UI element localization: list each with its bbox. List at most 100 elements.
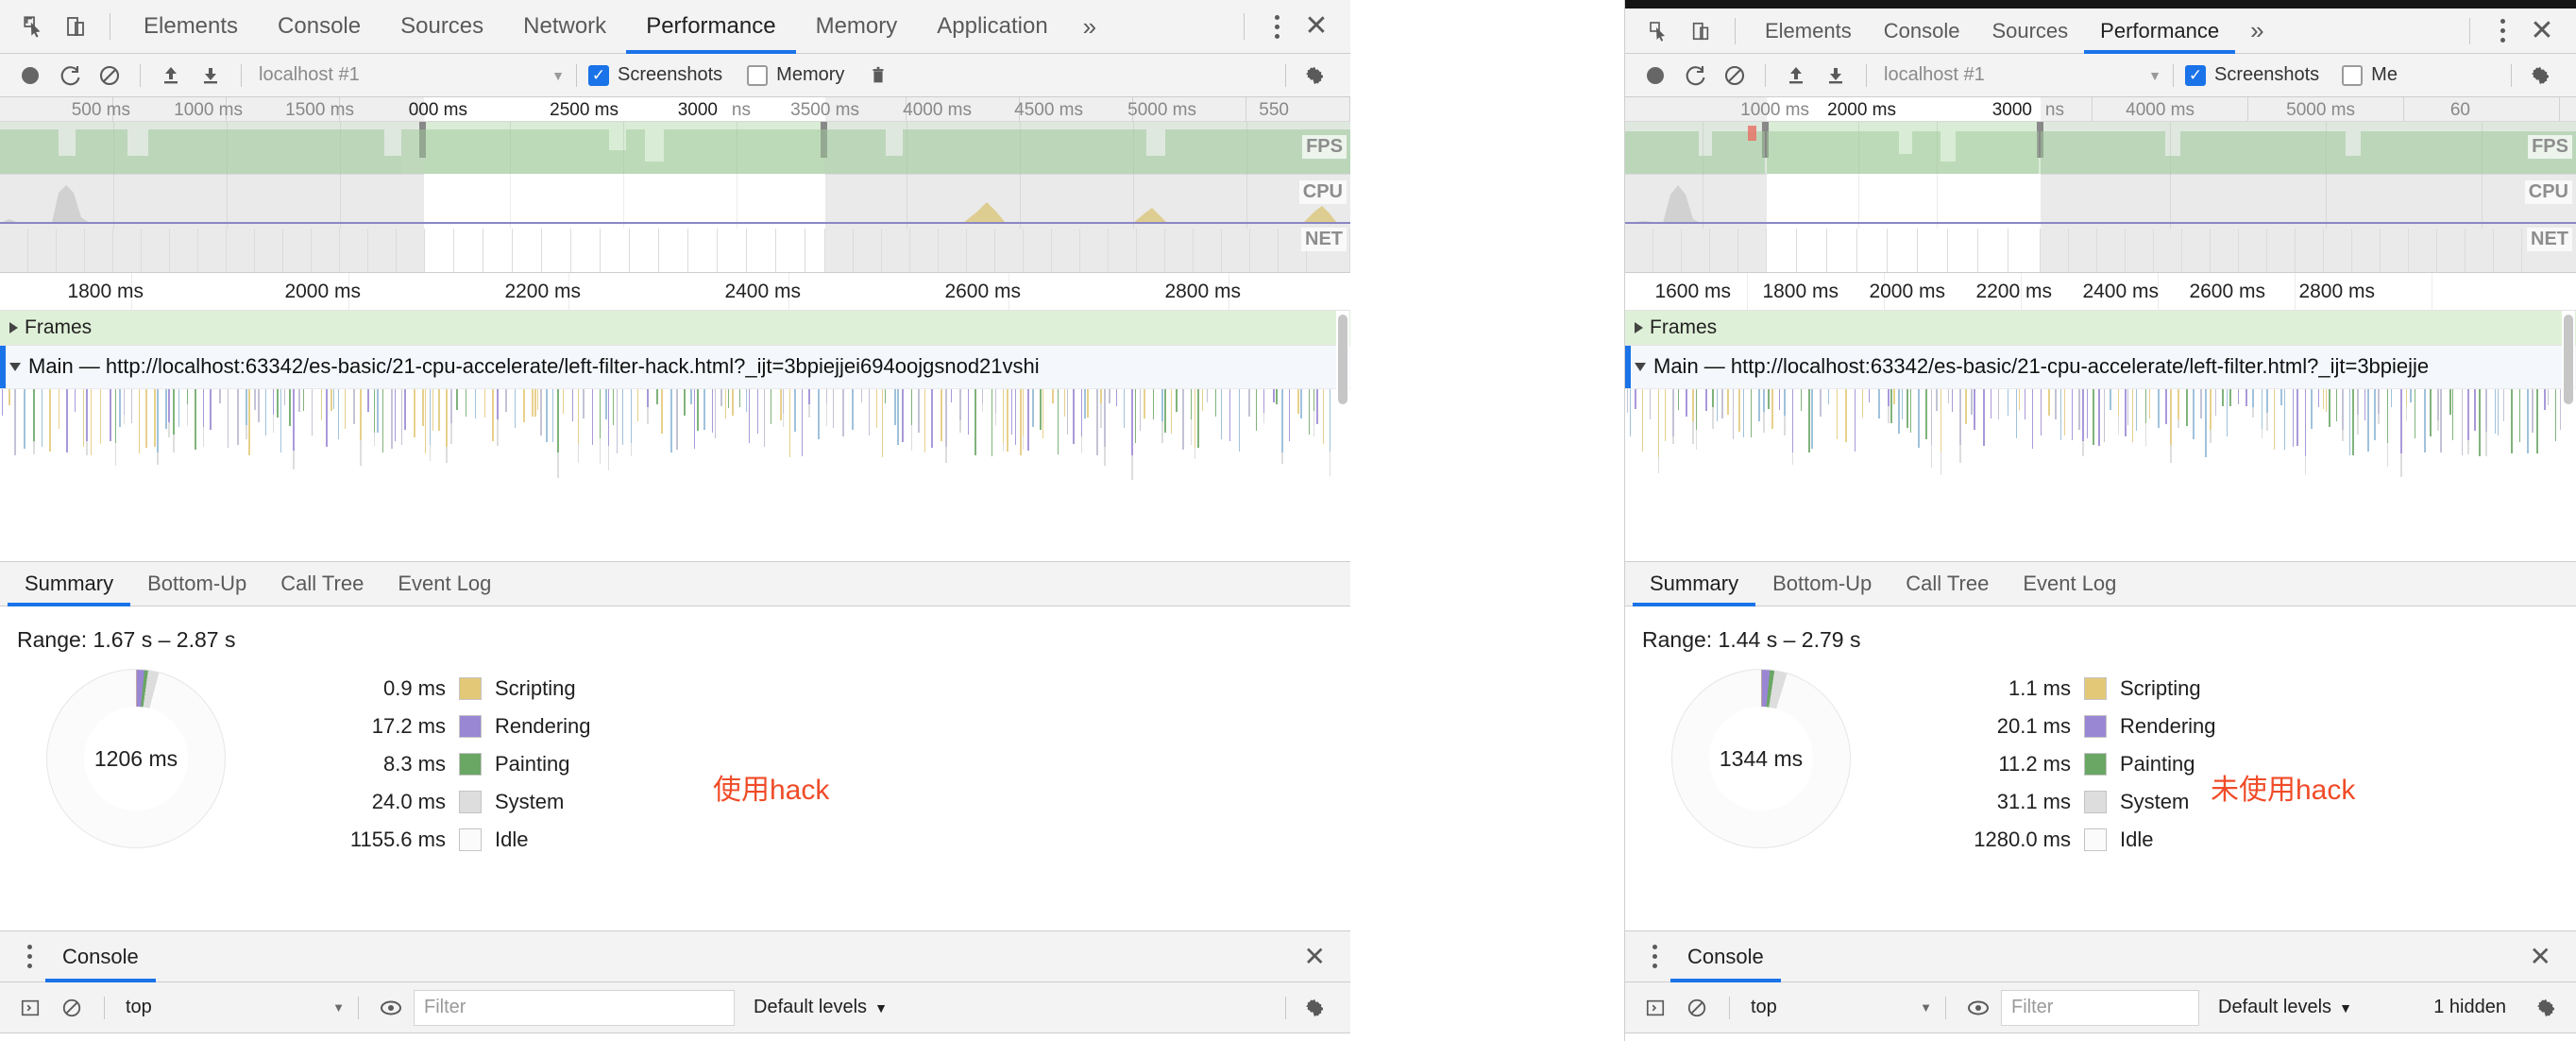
device-toolbar-icon[interactable] [55,6,96,47]
console-sidebar-icon[interactable] [11,989,49,1027]
expand-triangle-icon[interactable] [9,322,18,333]
tab-console[interactable]: Console [258,0,381,53]
tab-memory[interactable]: Memory [796,0,918,53]
device-toolbar-icon[interactable] [1680,10,1721,52]
memory-checkbox-box[interactable] [747,64,769,86]
gear-icon[interactable] [2521,57,2559,94]
legend-row-scripting[interactable]: 1.1 ms Scripting [1929,670,2216,708]
frames-track[interactable]: Frames [0,311,1350,346]
left-detail-ruler[interactable]: 1800 ms 2000 ms 2200 ms 2400 ms 2600 ms … [0,273,1350,311]
drawer-tab-console[interactable]: Console [45,931,156,982]
left-overview-graphs[interactable]: FPS CPU NET [0,122,1350,273]
trash-icon[interactable] [859,57,897,94]
clear-icon[interactable] [91,57,128,94]
collapse-triangle-icon[interactable] [1635,362,1646,371]
legend-row-rendering[interactable]: 17.2 ms Rendering [304,708,591,745]
memory-checkbox[interactable]: Memory [747,64,844,86]
console-hidden-count[interactable]: 1 hidden [2433,997,2523,1018]
screenshots-checkbox[interactable]: Screenshots [588,64,722,86]
memory-checkbox[interactable]: Me [2342,64,2398,86]
live-expression-icon[interactable] [372,989,410,1027]
inspect-cursor-icon[interactable] [1638,10,1680,52]
left-flame-chart[interactable]: Frames Main — http://localhost:63342/es-… [0,311,1350,561]
session-selector[interactable]: localhost #1 ▼ [1878,64,2161,86]
tab-performance[interactable]: Performance [2084,9,2236,54]
tab-summary[interactable]: Summary [8,562,131,606]
expand-triangle-icon[interactable] [1635,322,1643,333]
tab-elements[interactable]: Elements [124,0,258,53]
tab-application[interactable]: Application [917,0,1067,53]
close-devtools-icon[interactable]: ✕ [2521,10,2563,52]
console-gear-icon[interactable] [1296,989,1333,1027]
legend-row-system[interactable]: 31.1 ms System [1929,783,2216,821]
gear-icon[interactable] [1296,57,1333,94]
tab-elements[interactable]: Elements [1749,9,1868,53]
console-context-selector[interactable]: top ▼ [1743,997,1932,1018]
tab-call-tree[interactable]: Call Tree [1889,562,2006,606]
legend-row-idle[interactable]: 1155.6 ms Idle [304,821,591,859]
tab-sources[interactable]: Sources [381,0,503,53]
more-tabs-icon[interactable]: » [1068,0,1111,53]
summary-donut-chart[interactable]: 1344 ms [1638,664,1884,853]
clear-icon[interactable] [1716,57,1754,94]
main-track-label[interactable]: Main — http://localhost:63342/es-basic/2… [9,354,1040,379]
clear-console-icon[interactable] [53,989,91,1027]
left-overview-ruler[interactable]: 500 ms 1000 ms 1500 ms 000 ms 2500 ms 30… [0,97,1350,122]
drawer-close-icon[interactable]: ✕ [1293,941,1337,972]
main-events-area[interactable] [1625,389,2576,559]
console-filter-input[interactable]: Filter [2001,989,2199,1026]
tab-network[interactable]: Network [503,0,626,53]
legend-row-rendering[interactable]: 20.1 ms Rendering [1929,708,2216,745]
screenshots-checkbox-box[interactable] [588,64,609,86]
tab-summary[interactable]: Summary [1633,562,1756,606]
console-context-selector[interactable]: top ▼ [118,997,345,1018]
legend-row-painting[interactable]: 11.2 ms Painting [1929,745,2216,783]
live-expression-icon[interactable] [1959,989,1997,1027]
right-flame-chart[interactable]: Frames Main — http://localhost:63342/es-… [1625,311,2576,561]
tab-event-log[interactable]: Event Log [2006,562,2133,606]
kebab-menu-icon[interactable] [1258,6,1296,47]
flame-scrollbar[interactable] [1336,311,1349,561]
frames-track-label[interactable]: Frames [9,316,92,339]
legend-row-idle[interactable]: 1280.0 ms Idle [1929,821,2216,859]
collapse-triangle-icon[interactable] [9,362,21,371]
legend-row-system[interactable]: 24.0 ms System [304,783,591,821]
frames-track-label[interactable]: Frames [1635,316,1717,339]
record-circle-icon[interactable] [11,57,49,94]
summary-donut-chart[interactable]: 1206 ms [13,664,259,853]
session-selector[interactable]: localhost #1 ▼ [253,64,565,86]
load-profile-icon[interactable] [152,57,190,94]
reload-record-icon[interactable] [1676,57,1714,94]
legend-row-painting[interactable]: 8.3 ms Painting [304,745,591,783]
frames-track[interactable]: Frames [1625,311,2576,346]
more-tabs-icon[interactable]: » [2235,9,2279,53]
reload-record-icon[interactable] [51,57,89,94]
save-profile-icon[interactable] [1817,57,1855,94]
right-overview-ruler[interactable]: 1000 ms 2000 ms 3000 ns 4000 ms 5000 ms … [1625,97,2576,122]
console-filter-input[interactable]: Filter [414,989,735,1026]
record-circle-icon[interactable] [1636,57,1674,94]
console-sidebar-icon[interactable] [1636,989,1674,1027]
drawer-tab-console[interactable]: Console [1670,931,1781,982]
main-events-area[interactable] [0,389,1350,559]
console-levels-selector[interactable]: Default levels ▼ [754,997,888,1018]
main-track-header[interactable]: Main — http://localhost:63342/es-basic/2… [0,346,1350,389]
tab-console[interactable]: Console [1868,9,1976,53]
screenshots-checkbox-box[interactable] [2185,64,2206,86]
drawer-kebab-menu-icon[interactable] [13,936,45,978]
screenshots-checkbox[interactable]: Screenshots [2185,64,2319,86]
tab-event-log[interactable]: Event Log [381,562,508,606]
clear-console-icon[interactable] [1678,989,1716,1027]
load-profile-icon[interactable] [1777,57,1815,94]
console-gear-icon[interactable] [2527,989,2565,1027]
tab-performance[interactable]: Performance [626,0,796,54]
right-detail-ruler[interactable]: 1600 ms 1800 ms 2000 ms 2200 ms 2400 ms … [1625,273,2576,311]
main-track-label[interactable]: Main — http://localhost:63342/es-basic/2… [1635,354,2429,379]
main-track-header[interactable]: Main — http://localhost:63342/es-basic/2… [1625,346,2576,389]
save-profile-icon[interactable] [192,57,229,94]
close-devtools-icon[interactable]: ✕ [1296,6,1337,47]
kebab-menu-icon[interactable] [2483,10,2521,52]
flame-scrollbar[interactable] [2562,311,2575,561]
drawer-kebab-menu-icon[interactable] [1638,936,1670,978]
inspect-cursor-icon[interactable] [13,6,55,47]
